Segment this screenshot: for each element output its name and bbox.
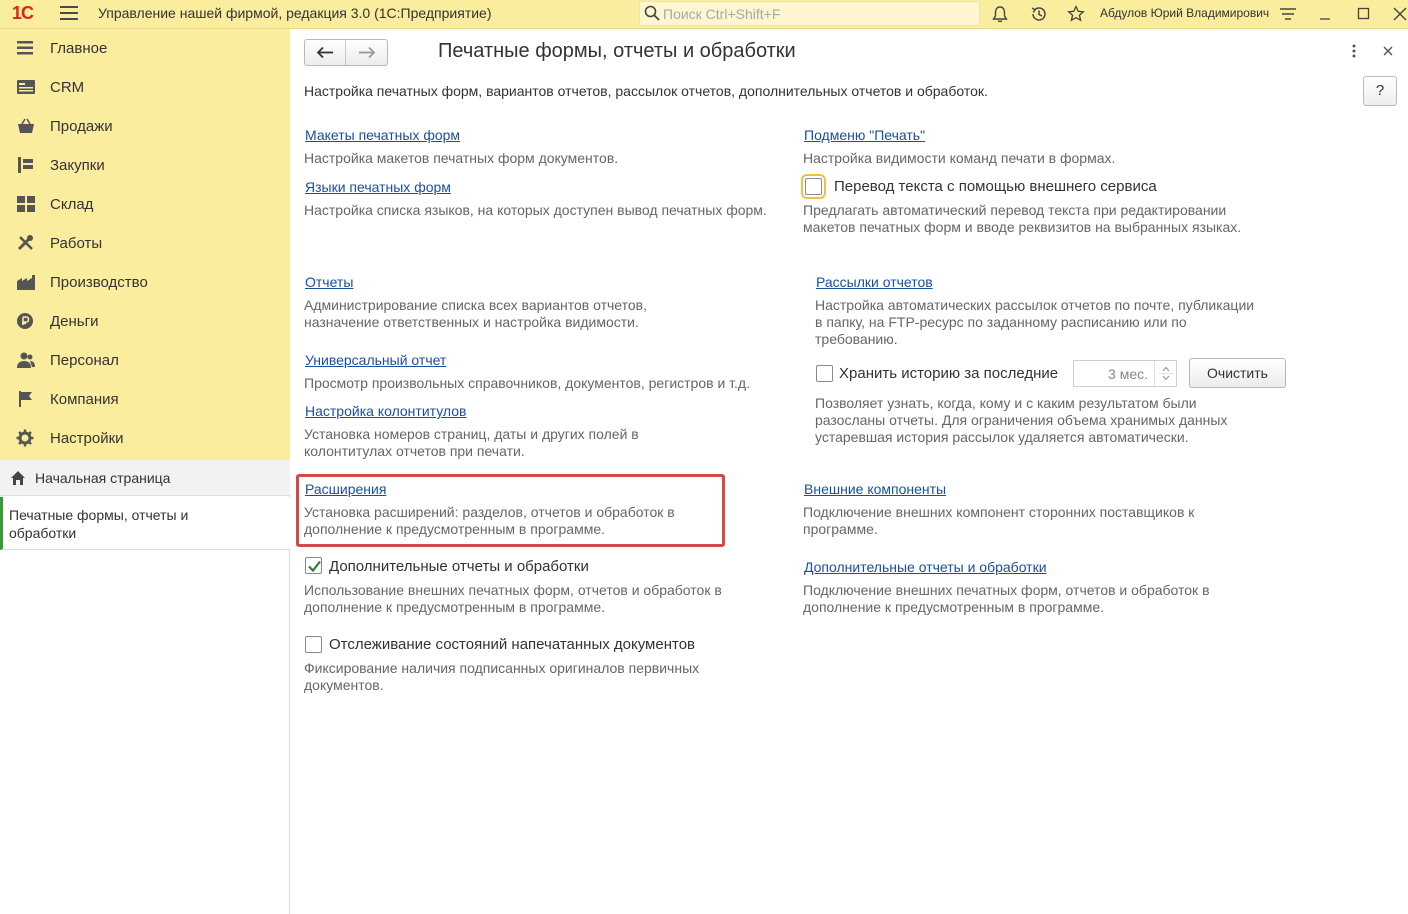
translation-label[interactable]: Перевод текста с помощью внешнего сервис… — [834, 178, 1157, 195]
arrow-right-icon — [359, 46, 376, 59]
gear-icon — [16, 429, 34, 447]
help-button[interactable]: ? — [1363, 76, 1397, 106]
universal-report-description: Просмотр произвольных справочников, доку… — [304, 375, 750, 391]
app-title: Управление нашей фирмой, редакция 3.0 (1… — [98, 5, 492, 21]
sidebar-item-glavnoe[interactable]: Главное — [0, 29, 290, 68]
external-components-description: Подключение внешних компонент сторонних … — [803, 504, 1195, 537]
additional-reports-checkbox[interactable] — [305, 557, 322, 574]
factory-icon — [17, 275, 35, 290]
additional-reports-label[interactable]: Дополнительные отчеты и обработки — [329, 558, 589, 575]
report-mailing-description: Настройка автоматических рассылок отчето… — [815, 297, 1255, 347]
translation-checkbox[interactable] — [801, 174, 826, 199]
sidebar-item-label: Работы — [50, 235, 103, 252]
clear-history-button[interactable]: Очистить — [1189, 358, 1286, 388]
tracking-checkbox[interactable] — [305, 636, 322, 653]
tools-icon — [17, 235, 33, 251]
ruble-coin-icon — [17, 313, 33, 329]
basket-icon — [18, 118, 34, 133]
sidebar-item-sklad[interactable]: Склад — [0, 185, 290, 224]
sidebar-item-nastroyki[interactable]: Настройки — [0, 419, 290, 458]
sidebar-item-raboty[interactable]: Работы — [0, 224, 290, 263]
sidebar-item-crm[interactable]: CRM — [0, 68, 290, 107]
open-window-label: Печатные формы, отчеты и обработки — [9, 507, 189, 541]
close-window-icon[interactable] — [1390, 4, 1408, 24]
kolontituly-description: Установка номеров страниц, даты и других… — [304, 426, 639, 459]
sidebar-item-label: Закупки — [50, 157, 105, 174]
additional-reports-description: Использование внешних печатных форм, отч… — [304, 582, 722, 615]
sidebar-item-label: Продажи — [50, 118, 113, 135]
checkmark-icon — [308, 560, 321, 573]
history-period-stepper[interactable]: 3 мес. — [1073, 360, 1177, 387]
settings-menu-icon[interactable] — [1278, 4, 1298, 24]
sidebar-item-label: Компания — [50, 391, 119, 408]
additional-reports-link[interactable]: Дополнительные отчеты и обработки — [804, 559, 1047, 575]
sidebar-item-label: Производство — [50, 274, 148, 291]
page-description: Настройка печатных форм, вариантов отчет… — [304, 83, 988, 99]
star-icon[interactable] — [1066, 4, 1086, 24]
sidebar-item-kompaniya[interactable]: Компания — [0, 380, 290, 419]
maximize-icon[interactable] — [1354, 4, 1374, 24]
search-input[interactable] — [663, 4, 973, 24]
warehouse-grid-icon — [17, 196, 35, 212]
menu-list-icon — [17, 41, 33, 55]
stepper-arrows[interactable] — [1154, 361, 1176, 386]
sidebar-item-proizvodstvo[interactable]: Производство — [0, 263, 290, 302]
sidebar-item-label: Деньги — [50, 313, 99, 330]
sidebar-item-personal[interactable]: Персонал — [0, 341, 290, 380]
history-icon[interactable] — [1029, 4, 1049, 24]
cart-icon — [18, 157, 33, 173]
user-name[interactable]: Абдулов Юрий Владимирович — [1100, 6, 1269, 20]
app-logo: 1С — [12, 3, 34, 23]
tracking-description: Фиксирование наличия подписанных оригина… — [304, 660, 700, 693]
additional-reports-connect-description: Подключение внешних печатных форм, отчет… — [803, 582, 1210, 615]
home-page-label: Начальная страница — [35, 470, 171, 486]
sidebar-item-zakupki[interactable]: Закупки — [0, 146, 290, 185]
open-window-tab[interactable]: Печатные формы, отчеты и обработки — [0, 497, 290, 550]
sidebar-item-prodazhi[interactable]: Продажи — [0, 107, 290, 146]
sidebar-item-label: Персонал — [50, 352, 119, 369]
keep-history-description: Позволяет узнать, когда, кому и с каким … — [815, 395, 1228, 445]
close-form-icon[interactable] — [1380, 42, 1396, 60]
more-actions-icon[interactable] — [1346, 42, 1362, 60]
otchety-description: Администрирование списка всех вариантов … — [304, 297, 647, 330]
external-components-link[interactable]: Внешние компоненты — [804, 481, 946, 497]
back-button[interactable] — [305, 40, 346, 65]
main-menu-icon[interactable] — [60, 6, 78, 22]
search-icon — [644, 5, 660, 21]
sidebar-item-label: Главное — [50, 40, 108, 57]
minimize-icon[interactable] — [1316, 4, 1336, 24]
report-mailing-link[interactable]: Рассылки отчетов — [816, 274, 933, 290]
universal-report-link[interactable]: Универсальный отчет — [305, 352, 446, 368]
people-icon — [17, 352, 35, 368]
home-page-link[interactable]: Начальная страница — [0, 460, 290, 496]
otchety-link[interactable]: Отчеты — [305, 274, 353, 290]
sidebar-item-label: CRM — [50, 79, 85, 96]
keep-history-checkbox[interactable] — [816, 365, 833, 382]
makety-description: Настройка макетов печатных форм документ… — [304, 150, 619, 166]
search-box[interactable] — [639, 1, 980, 26]
title-bar: 1С Управление нашей фирмой, редакция 3.0… — [0, 0, 1408, 29]
page-title: Печатные формы, отчеты и обработки — [438, 40, 796, 62]
highlight-frame — [296, 474, 725, 547]
yazyki-description: Настройка списка языков, на которых дост… — [304, 202, 767, 218]
history-period-value: 3 мес. — [1108, 366, 1148, 382]
sidebar-item-label: Склад — [50, 196, 94, 213]
forward-button[interactable] — [346, 40, 387, 65]
home-icon — [11, 471, 25, 485]
tracking-label[interactable]: Отслеживание состояний напечатанных доку… — [329, 636, 695, 653]
sidebar-item-dengi[interactable]: Деньги — [0, 302, 290, 341]
arrow-left-icon — [316, 46, 333, 59]
history-nav — [304, 39, 388, 66]
sidebar-item-label: Настройки — [50, 430, 124, 447]
translation-description: Предлагать автоматический перевод текста… — [803, 202, 1242, 235]
flag-icon — [19, 391, 32, 407]
crm-card-icon — [17, 80, 35, 94]
makety-link[interactable]: Макеты печатных форм — [305, 127, 460, 143]
bell-icon[interactable] — [990, 4, 1010, 24]
kolontituly-link[interactable]: Настройка колонтитулов — [305, 403, 466, 419]
yazyki-link[interactable]: Языки печатных форм — [305, 179, 451, 195]
print-submenu-description: Настройка видимости команд печати в форм… — [803, 150, 1116, 166]
print-submenu-link[interactable]: Подменю "Печать" — [804, 127, 925, 143]
keep-history-label[interactable]: Хранить историю за последние — [839, 365, 1058, 382]
